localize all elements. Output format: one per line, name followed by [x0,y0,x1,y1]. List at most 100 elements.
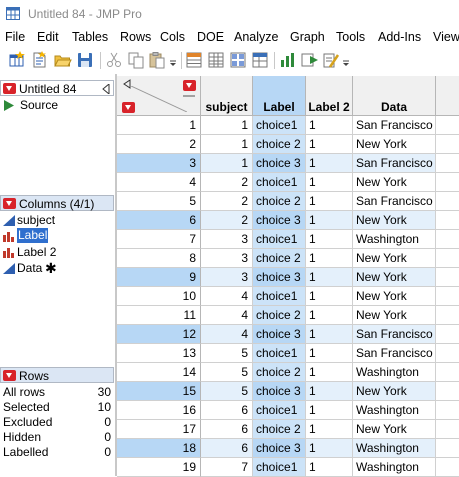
cell-label[interactable]: choice 2 [253,420,306,439]
cell-label[interactable]: choice1 [253,344,306,363]
new-data-table-icon[interactable] [8,51,26,69]
grid-view-icon[interactable] [229,51,247,69]
cell-subject[interactable]: 6 [201,401,253,420]
menu-graph[interactable]: Graph [290,30,325,44]
cell-label-2[interactable]: 1 [306,249,353,268]
cell-label-2[interactable]: 1 [306,325,353,344]
cell-data[interactable]: New York [353,382,436,401]
row-number[interactable]: 19 [117,458,201,477]
collapse-arrow-icon[interactable] [102,84,110,94]
cell-label[interactable]: choice1 [253,458,306,477]
column-item-label-2[interactable]: Label 2 [2,245,114,260]
row-number[interactable]: 17 [117,420,201,439]
row-number[interactable]: 7 [117,230,201,249]
cell-label-2[interactable]: 1 [306,211,353,230]
cell-data[interactable]: Washington [353,458,436,477]
cell-subject[interactable]: 6 [201,420,253,439]
cell-label[interactable]: choice 3 [253,439,306,458]
table-row[interactable]: 12 4 choice 3 1 San Francisco [117,325,459,344]
row-number[interactable]: 4 [117,173,201,192]
cell-data[interactable]: San Francisco [353,116,436,135]
cell-data[interactable]: New York [353,211,436,230]
cell-subject[interactable]: 5 [201,344,253,363]
cell-label-2[interactable]: 1 [306,458,353,477]
cell-data[interactable]: Washington [353,230,436,249]
table-row[interactable]: 3 1 choice 3 1 San Francisco [117,154,459,173]
table-row[interactable]: 9 3 choice 3 1 New York [117,268,459,287]
open-folder-icon[interactable] [54,51,72,69]
save-icon[interactable] [76,51,94,69]
cell-label-2[interactable]: 1 [306,116,353,135]
table-row[interactable]: 2 1 choice 2 1 New York [117,135,459,154]
cell-label[interactable]: choice 3 [253,211,306,230]
table-row[interactable]: 17 6 choice 2 1 New York [117,420,459,439]
red-triangle-icon[interactable] [3,83,16,94]
table-row[interactable]: 15 5 choice 3 1 New York [117,382,459,401]
table-row[interactable]: 1 1 choice1 1 San Francisco [117,116,459,135]
cell-data[interactable]: San Francisco [353,344,436,363]
cell-label-2[interactable]: 1 [306,173,353,192]
row-number[interactable]: 2 [117,135,201,154]
formula-asterisk-icon[interactable]: ✱ [45,260,57,277]
row-number[interactable]: 11 [117,306,201,325]
cell-subject[interactable]: 2 [201,211,253,230]
table-row[interactable]: 7 3 choice1 1 Washington [117,230,459,249]
cell-subject[interactable]: 4 [201,325,253,344]
cell-data[interactable]: New York [353,306,436,325]
cell-label[interactable]: choice1 [253,401,306,420]
table-row[interactable]: 4 2 choice1 1 New York [117,173,459,192]
cell-label[interactable]: choice 3 [253,268,306,287]
cell-subject[interactable]: 1 [201,154,253,173]
cell-data[interactable]: Washington [353,401,436,420]
cell-subject[interactable]: 3 [201,268,253,287]
table-row[interactable]: 16 6 choice1 1 Washington [117,401,459,420]
row-number[interactable]: 9 [117,268,201,287]
red-triangle-icon[interactable] [3,370,16,381]
cell-data[interactable]: New York [353,249,436,268]
row-number[interactable]: 12 [117,325,201,344]
cell-data[interactable]: Washington [353,363,436,382]
paste-icon[interactable] [148,51,166,69]
cell-label[interactable]: choice 3 [253,382,306,401]
row-number[interactable]: 1 [117,116,201,135]
table-row[interactable]: 18 6 choice 3 1 Washington [117,439,459,458]
cell-subject[interactable]: 2 [201,173,253,192]
column-header-subject[interactable]: subject [201,76,253,116]
menu-tools[interactable]: Tools [336,30,365,44]
cell-subject[interactable]: 1 [201,116,253,135]
table-view-icon[interactable] [251,51,269,69]
cell-data[interactable]: Washington [353,439,436,458]
cell-label-2[interactable]: 1 [306,382,353,401]
row-number[interactable]: 13 [117,344,201,363]
analysis-icon[interactable] [279,51,297,69]
table-name[interactable]: Untitled 84 [19,82,76,96]
cell-subject[interactable]: 6 [201,439,253,458]
cell-data[interactable]: New York [353,268,436,287]
table-row[interactable]: 5 2 choice 2 1 San Francisco [117,192,459,211]
toolbar-overflow-icon[interactable] [168,51,178,69]
menu-tables[interactable]: Tables [72,30,108,44]
cell-label-2[interactable]: 1 [306,287,353,306]
menu-doe[interactable]: DOE [197,30,224,44]
cell-data[interactable]: New York [353,287,436,306]
cell-label-2[interactable]: 1 [306,192,353,211]
cell-label-2[interactable]: 1 [306,420,353,439]
column-header-label[interactable]: Label [253,76,306,116]
cell-label[interactable]: choice 2 [253,363,306,382]
cell-label-2[interactable]: 1 [306,363,353,382]
table-row[interactable]: 8 3 choice 2 1 New York [117,249,459,268]
copy-icon[interactable] [127,51,145,69]
cell-data[interactable]: New York [353,135,436,154]
cell-label[interactable]: choice 2 [253,192,306,211]
row-number[interactable]: 5 [117,192,201,211]
data-table-list-icon[interactable] [185,51,203,69]
edit-script-icon[interactable] [322,51,340,69]
menu-file[interactable]: File [5,30,25,44]
cell-label-2[interactable]: 1 [306,154,353,173]
table-row[interactable]: 14 5 choice 2 1 Washington [117,363,459,382]
cell-label[interactable]: choice1 [253,116,306,135]
cell-data[interactable]: San Francisco [353,154,436,173]
columns-red-triangle-icon[interactable] [183,80,196,91]
cell-label-2[interactable]: 1 [306,439,353,458]
cell-label[interactable]: choice 2 [253,135,306,154]
